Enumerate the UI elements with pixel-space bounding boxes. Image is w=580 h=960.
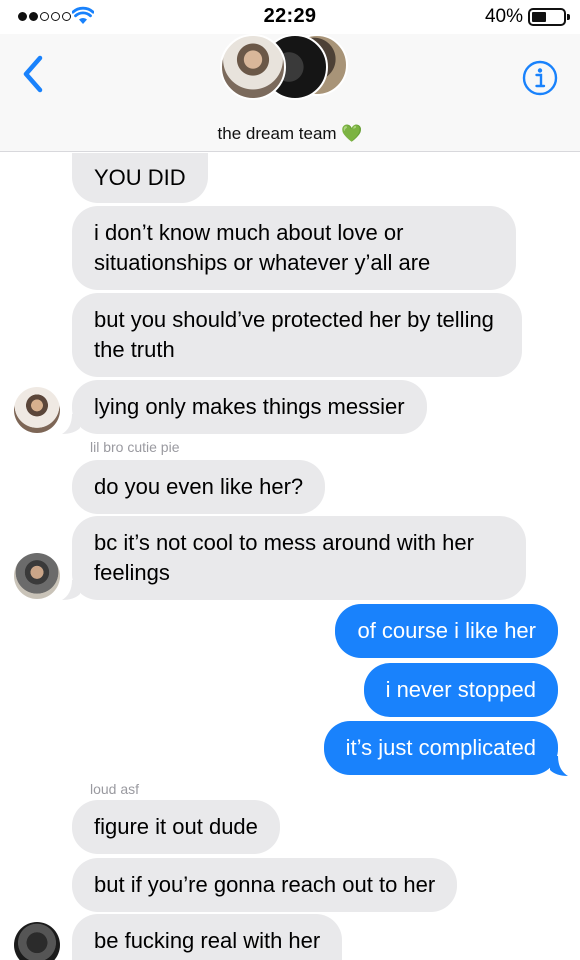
sender-avatar[interactable] [14,922,60,960]
message-bubble-incoming[interactable]: bc it’s not cool to mess around with her… [72,516,526,600]
message-bubble-incoming[interactable]: YOU DID [72,153,208,203]
conversation-header: the dream team 💚 [0,34,580,152]
message-bubble-incoming[interactable]: but if you’re gonna reach out to her [72,858,458,912]
message-bubble-outgoing[interactable]: i never stopped [363,663,558,717]
message-bubble-incoming[interactable]: lying only makes things messier [72,380,427,434]
group-name[interactable]: the dream team 💚 [0,124,580,144]
sender-avatar[interactable] [14,387,60,433]
message-bubble-incoming[interactable]: i don’t know much about love or situatio… [72,206,516,290]
message-bubble-outgoing[interactable]: of course i like her [335,604,558,658]
info-circle-icon[interactable] [522,60,558,96]
sender-name: lil bro cutie pie [90,439,180,455]
sender-avatar[interactable] [14,553,60,599]
battery-percent: 40% [484,6,523,27]
green-heart-emoji: 💚 [341,124,363,143]
message-bubble-outgoing[interactable]: it’s just complicated [323,721,558,775]
message-bubble-incoming[interactable]: do you even like her? [72,460,326,514]
status-bar: 22:29 40% [0,0,580,34]
message-bubble-incoming[interactable]: but you should’ve protected her by telli… [72,293,522,377]
battery-icon [528,8,570,26]
avatar [220,34,286,100]
sender-name: loud asf [90,781,140,797]
group-avatars[interactable] [220,34,350,100]
message-bubble-incoming[interactable]: figure it out dude [72,800,280,854]
group-name-label: the dream team [217,124,337,143]
message-bubble-incoming[interactable]: be fucking real with her [72,914,343,960]
chevron-left-icon[interactable] [20,54,46,94]
